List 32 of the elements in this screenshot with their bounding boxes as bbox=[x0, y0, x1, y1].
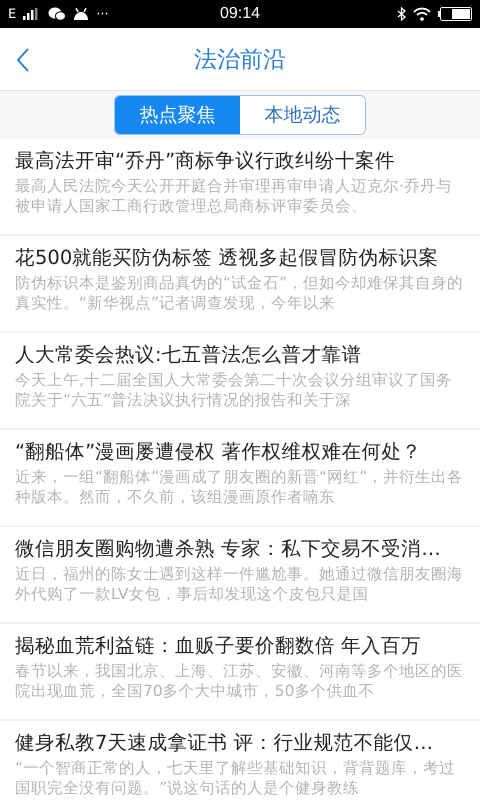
news-item[interactable]: 花500就能买防伪标签 透视多起假冒防伪标识案 防伪标识本是鉴别商品真伪的“试金石”，但如今却难保其自身的真实性。“新华视点”记者调查发现，今年以来 bbox=[0, 236, 480, 331]
bluetooth-icon bbox=[397, 7, 406, 21]
news-item[interactable]: 微信朋友圈购物遭杀熟 专家：私下交易不受消… 近日，福州的陈女士遇到这样一件尴尬事。她通过微信朋友圈海外代购了一款LV女包，事后却发现这个皮包只是国 bbox=[0, 527, 480, 622]
news-item[interactable]: 揭秘血荒利益链：血贩子要价翻数倍 年入百万 春节以来，我国北京、上海、江苏、安徽、河南等多个地区的医院出现血荒，全国70多个大中城市，50多个供血不 bbox=[0, 624, 480, 719]
more-notifications: ··· bbox=[96, 6, 109, 22]
news-title: “翻船体”漫画屡遭侵权 著作权维权难在何处？ bbox=[15, 439, 422, 465]
page-title: 法治前沿 bbox=[194, 46, 286, 74]
battery-icon bbox=[438, 7, 472, 21]
chat-bubbles-icon bbox=[48, 7, 66, 21]
tab[interactable]: 热点聚焦 bbox=[115, 96, 240, 134]
news-title: 健身私教7天速成拿证书 评：行业规范不能仅… bbox=[15, 730, 434, 756]
news-item[interactable]: 人大常委会热议:七五普法怎么普才靠谱 今天上午,十二届全国人大常委会第二十次会议分组审议了国务院关于“六五”普法决议执行情况的报告和关于深 bbox=[0, 333, 480, 428]
news-title: 最高法开审“乔丹”商标争议行政纠纷十案件 bbox=[15, 148, 396, 174]
news-summary: 近来，一组“翻船体”漫画成了朋友圈的新晋“网红”，并衍生出各种版本。然而，不久前，该组漫画原作者喃东 bbox=[15, 467, 464, 507]
news-summary: 防伪标识本是鉴别商品真伪的“试金石”，但如今却难保其自身的真实性。“新华视点”记者调查发现，今年以来 bbox=[15, 273, 464, 313]
news-title: 微信朋友圈购物遭杀熟 专家：私下交易不受消… bbox=[15, 536, 442, 562]
android-icon bbox=[73, 8, 90, 20]
news-item[interactable]: “翻船体”漫画屡遭侵权 著作权维权难在何处？ 近来，一组“翻船体”漫画成了朋友圈的新晋“网红”，并衍生出各种版本。然而，不久前，该组漫画原作者喃东 bbox=[0, 430, 480, 525]
tab[interactable]: 本地动态 bbox=[240, 96, 365, 134]
news-title: 揭秘血荒利益链：血贩子要价翻数倍 年入百万 bbox=[15, 633, 422, 659]
news-item[interactable]: 健身私教7天速成拿证书 评：行业规范不能仅… “一个智商正常的人，七天里了解些基础知识，背背题库，考过国职完全没有问题。”说这句话的人是个健身教练 bbox=[0, 721, 480, 800]
news-title: 人大常委会热议:七五普法怎么普才靠谱 bbox=[15, 342, 363, 368]
news-summary: 今天上午,十二届全国人大常委会第二十次会议分组审议了国务院关于“六五”普法决议执行情况的报告和关于深 bbox=[15, 370, 453, 410]
news-summary: 近日，福州的陈女士遇到这样一件尴尬事。她通过微信朋友圈海外代购了一款LV女包，事后却发现这个皮包只是国 bbox=[15, 564, 464, 604]
news-summary: 春节以来，我国北京、上海、江苏、安徽、河南等多个地区的医院出现血荒，全国70多个大中城市，50多个供血不 bbox=[15, 661, 464, 701]
clock: 09:14 bbox=[220, 5, 260, 23]
news-summary: 最高人民法院今天公开开庭合并审理再审申请人迈克尔·乔丹与被申请人国家工商行政管理总局商标评审委员会、 bbox=[15, 176, 453, 216]
wifi-icon bbox=[413, 7, 431, 21]
news-summary: “一个智商正常的人，七天里了解些基础知识，背背题库，考过国职完全没有问题。”说这句话的人是个健身教练 bbox=[15, 758, 456, 798]
news-title: 花500就能买防伪标签 透视多起假冒防伪标识案 bbox=[15, 245, 440, 271]
news-item[interactable]: 最高法开审“乔丹”商标争议行政纠纷十案件 最高人民法院今天公开开庭合并审理再审申请人迈克尔·乔丹与被申请人国家工商行政管理总局商标评审委员会、 bbox=[0, 139, 480, 234]
network-type: E bbox=[8, 6, 16, 22]
